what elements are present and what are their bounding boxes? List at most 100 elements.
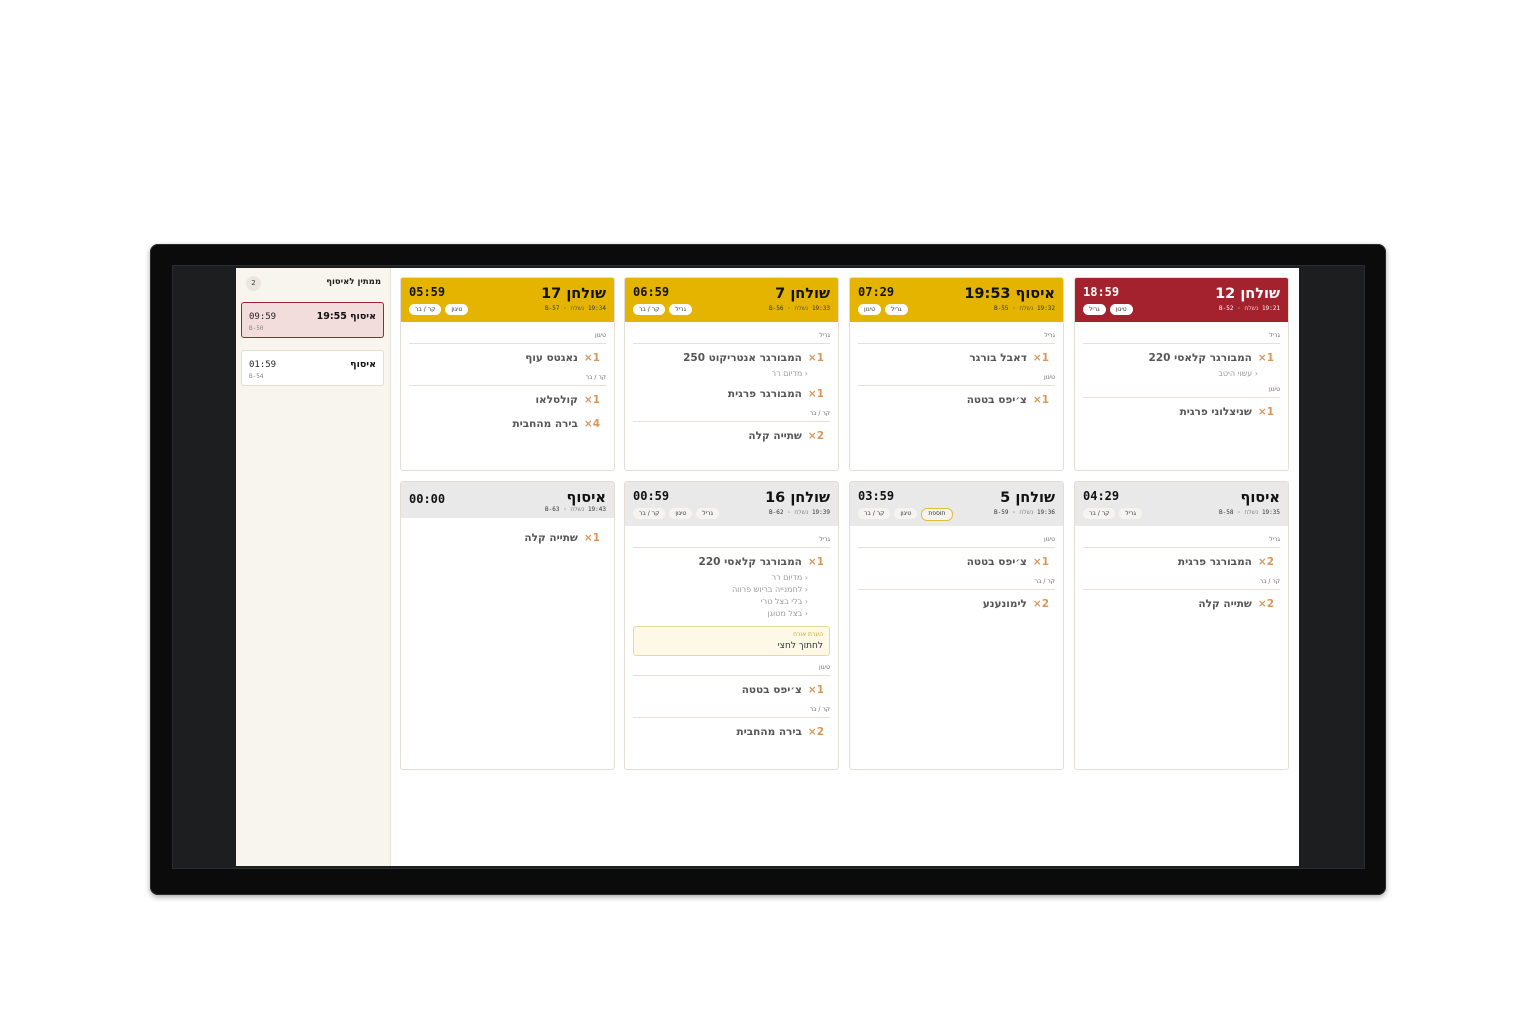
guest-note-text: לחתוך לחצי [777,641,823,651]
order-ticket[interactable]: איסוף 19:53 07:29 19:32 נשלח · B-55 טיגו… [849,277,1064,471]
item-qty: ×1 [1257,352,1274,364]
guest-note-label: הערת אורח [793,631,823,638]
station-chip[interactable]: קר / בר [1083,508,1116,519]
ticket-meta: 19:39 נשלח · B-62 [769,509,830,516]
ticket-meta: 19:32 נשלח · B-55 [994,305,1055,312]
station-chip[interactable]: גריל [1083,304,1106,315]
ticket-title: איסוף [1240,490,1280,506]
item-name: המבורגר אנטריקוט 250 [683,352,802,364]
order-item[interactable]: ×1 המבורגר אנטריקוט 250 [633,352,830,364]
station-chip[interactable]: גריל [1119,508,1142,519]
order-item[interactable]: ×1 צ׳יפס בטטה [633,684,830,696]
order-item[interactable]: ×1 קולסלאו [409,394,606,406]
station-chip[interactable]: גריל [696,508,719,519]
ticket-header: שולחן 7 06:59 19:33 נשלח · B-56 קר / בר … [625,278,838,322]
order-item[interactable]: ×1 המבורגר פרגית [633,388,830,400]
order-item[interactable]: ×1 המבורגר קלאסי 220 [1083,352,1280,364]
station-chip[interactable]: טיגון [445,304,469,315]
station-label: גריל [633,536,830,548]
station-chips: קר / בר גריל [633,304,692,315]
item-modifier: ‹ עשוי היטב [1218,369,1258,378]
ticket-header: איסוף 19:53 07:29 19:32 נשלח · B-55 טיגו… [850,278,1063,322]
order-ticket[interactable]: איסוף 04:29 19:35 נשלח · B-58 קר / בר גר… [1074,481,1289,770]
order-ticket[interactable]: שולחן 16 00:59 19:39 נשלח · B-62 קר / בר… [624,481,839,770]
ticket-body: טיגון ×1 צ׳יפס בטטה קר / בר ×2 לימונענע [850,526,1063,622]
ticket-timer: 03:59 [858,489,895,503]
ticket-body: גריל ×1 המבורגר קלאסי 220 ‹ מדיום רר ‹ ל… [625,526,838,750]
station-chips: קר / בר טיגון תוספת [858,508,953,521]
item-qty: ×1 [807,352,824,364]
station-chip[interactable]: קר / בר [858,508,891,519]
station-chip[interactable]: טיגון [894,508,918,519]
order-item[interactable]: ×1 שתייה קלה [409,532,606,544]
order-item[interactable]: ×2 לימונענע [858,598,1055,610]
station-label: טיגון [858,374,1055,386]
kitchen-display-screen: ממתין לאיסוף 2 איסוף 19:55 09:59 B-50 אי… [236,268,1299,866]
order-item[interactable]: ×1 שניצלוני פרגית [1083,406,1280,418]
station-label: קר / בר [1083,578,1280,590]
order-item[interactable]: ×1 המבורגר קלאסי 220 [633,556,830,568]
ticket-timer: 18:59 [1083,285,1120,299]
item-name: קולסלאו [535,394,578,406]
station-label: טיגון [409,332,606,344]
order-item[interactable]: ×1 צ׳יפס בטטה [858,556,1055,568]
item-name: המבורגר קלאסי 220 [698,556,802,568]
station-label: קר / בר [633,410,830,422]
order-item[interactable]: ×2 שתייה קלה [633,430,830,442]
order-item[interactable]: ×4 בירה מהחבית [409,418,606,430]
order-ticket[interactable]: שולחן 7 06:59 19:33 נשלח · B-56 קר / בר … [624,277,839,471]
item-qty: ×1 [807,388,824,400]
station-chip[interactable]: טיגון [669,508,693,519]
order-item[interactable]: ×2 שתייה קלה [1083,598,1280,610]
item-qty: ×1 [1032,394,1049,406]
ticket-timer: 07:29 [858,285,895,299]
waitlist-item-name: איסוף 19:55 [316,311,376,322]
ticket-body: גריל ×1 המבורגר אנטריקוט 250 ‹ מדיום רר … [625,322,838,454]
station-label: קר / בר [633,706,830,718]
order-ticket[interactable]: שולחן 5 03:59 19:36 נשלח · B-59 קר / בר … [849,481,1064,770]
item-qty: ×1 [1032,556,1049,568]
item-qty: ×2 [1032,598,1049,610]
ticket-timer: 06:59 [633,285,670,299]
waitlist-title: ממתין לאיסוף [326,277,381,287]
station-chip[interactable]: טיגון [858,304,881,315]
order-item[interactable]: ×1 צ׳יפס בטטה [858,394,1055,406]
item-name: שניצלוני פרגית [1179,406,1252,418]
station-chips: קר / בר טיגון [409,304,469,315]
ticket-body: גריל ×1 דאבל בורגר טיגון ×1 צ׳יפס בטטה [850,322,1063,418]
ticket-sent-label: נשלח [1244,305,1259,312]
item-qty: ×2 [1257,598,1274,610]
waitlist-item-name: איסוף [350,359,376,370]
item-qty: ×2 [1257,556,1274,568]
extra-chip[interactable]: תוספת [921,508,953,521]
station-chip[interactable]: גריל [884,304,908,315]
waitlist-item-code: B-50 [249,325,264,332]
item-qty: ×1 [807,684,824,696]
waitlist-item[interactable]: איסוף 01:59 B-54 [241,350,384,386]
order-ticket[interactable]: איסוף 00:00 19:43 נשלח · B-63 ×1 שתייה ק… [400,481,615,770]
item-name: המבורגר פרגית [1177,556,1252,568]
waitlist-item[interactable]: איסוף 19:55 09:59 B-50 [241,302,384,338]
item-qty: ×4 [583,418,600,430]
item-name: שתייה קלה [524,532,578,544]
order-ticket[interactable]: שולחן 12 18:59 19:21 נשלח · B-52 גריל טי… [1074,277,1289,471]
item-qty: ×1 [583,532,600,544]
station-chip[interactable]: קר / בר [409,304,442,315]
order-item[interactable]: ×1 דאבל בורגר [858,352,1055,364]
order-item[interactable]: ×1 נאגטס עוף [409,352,606,364]
station-chip[interactable]: קר / בר [633,508,666,519]
item-qty: ×2 [807,726,824,738]
station-chip[interactable]: קר / בר [633,304,666,315]
order-ticket[interactable]: שולחן 17 05:59 19:34 נשלח · B-57 קר / בר… [400,277,615,471]
ticket-title: שולחן 17 [541,286,606,302]
waitlist-count-badge: 2 [246,276,261,291]
ticket-meta: 19:35 נשלח · B-58 [1219,509,1280,516]
station-chip[interactable]: טיגון [1109,304,1133,315]
item-name: שתייה קלה [1198,598,1252,610]
ticket-meta: 19:43 נשלח · B-63 [545,506,606,513]
order-item[interactable]: ×2 בירה מהחבית [633,726,830,738]
item-name: צ׳יפס בטטה [966,556,1027,568]
station-chip[interactable]: גריל [669,304,692,315]
order-item[interactable]: ×2 המבורגר פרגית [1083,556,1280,568]
station-chips: קר / בר גריל [1083,508,1142,519]
